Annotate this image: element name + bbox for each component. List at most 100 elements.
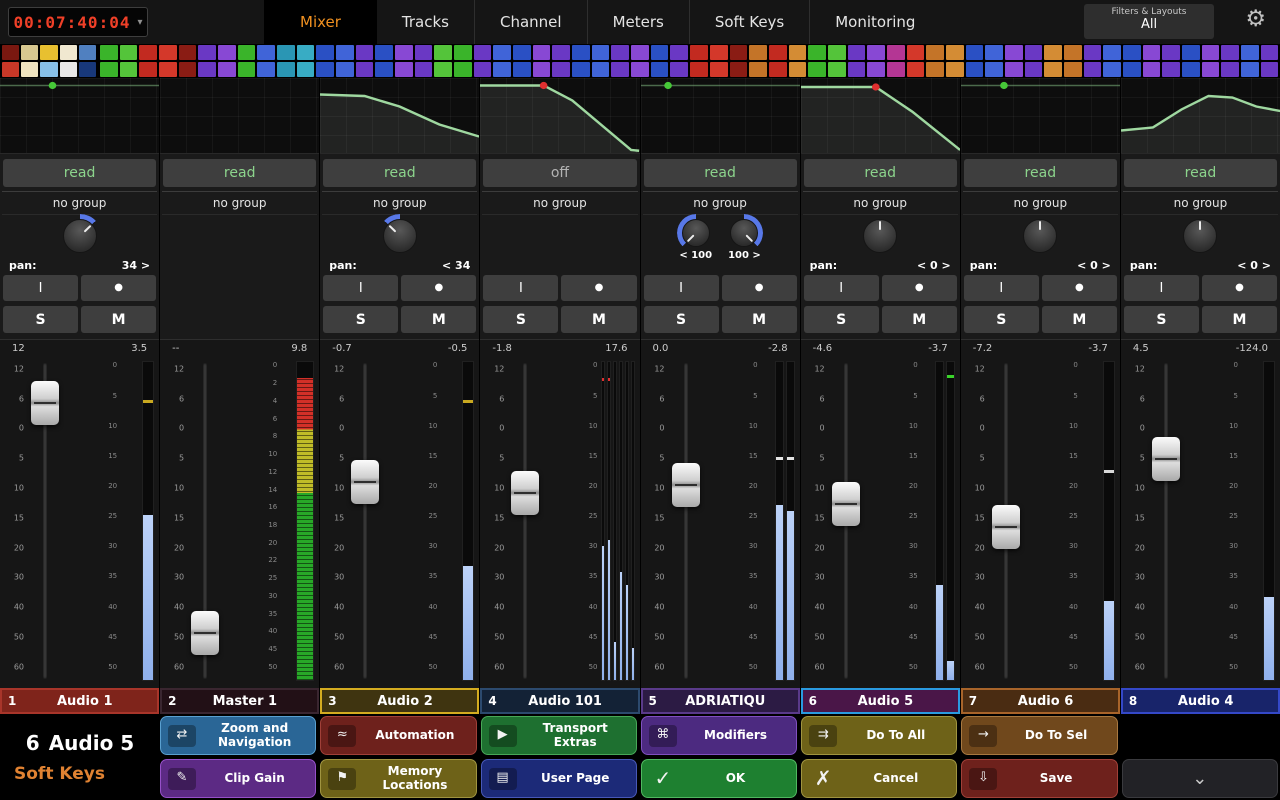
fader-cap[interactable] — [351, 460, 379, 504]
palette-swatch[interactable] — [2, 62, 19, 77]
record-arm-button[interactable]: ● — [1202, 275, 1277, 301]
track-color-column[interactable] — [257, 45, 275, 77]
track-color-column[interactable] — [316, 45, 334, 77]
mute-button[interactable]: M — [1202, 306, 1277, 333]
track-color-column[interactable] — [946, 45, 964, 77]
settings-gear-icon[interactable]: ⚙ — [1245, 8, 1266, 31]
mute-button[interactable]: M — [561, 306, 636, 333]
palette-swatch[interactable] — [79, 45, 96, 60]
track-color-column[interactable] — [966, 45, 984, 77]
track-color-column[interactable] — [749, 45, 767, 77]
track-color-column[interactable] — [611, 45, 629, 77]
automation-mode-button[interactable]: read — [644, 159, 797, 187]
record-arm-button[interactable]: ● — [882, 275, 957, 301]
automation-mode-button[interactable]: read — [3, 159, 156, 187]
fader-track[interactable] — [684, 363, 688, 679]
track-color-column[interactable] — [592, 45, 610, 77]
automation-graph[interactable] — [0, 78, 159, 154]
track-color-column[interactable] — [789, 45, 807, 77]
track-color-column[interactable] — [985, 45, 1003, 77]
channel-name-tab[interactable]: 1Audio 1 — [0, 688, 159, 714]
softkey-modifiers[interactable]: ⌘Modifiers — [641, 716, 797, 755]
softkey-automation[interactable]: ≈Automation — [320, 716, 476, 755]
pan-knob[interactable] — [1183, 219, 1217, 253]
tab-meters[interactable]: Meters — [587, 0, 689, 44]
softkey-ok[interactable]: ✓OK — [641, 759, 797, 798]
track-color-column[interactable] — [670, 45, 688, 77]
solo-button[interactable]: S — [964, 306, 1039, 333]
collapse-softkeys-button[interactable]: ⌄ — [1122, 759, 1278, 798]
fader-track[interactable] — [363, 363, 367, 679]
pan-knob[interactable] — [383, 219, 417, 253]
track-color-column[interactable] — [1025, 45, 1043, 77]
palette-swatch[interactable] — [40, 62, 57, 77]
track-color-column[interactable] — [336, 45, 354, 77]
pan-knob-left[interactable] — [682, 219, 710, 247]
mute-button[interactable]: M — [81, 306, 156, 333]
automation-graph[interactable] — [480, 78, 639, 154]
softkey-zoom-and-navigation[interactable]: ⇄Zoom and Navigation — [160, 716, 316, 755]
automation-mode-button[interactable]: off — [483, 159, 636, 187]
track-color-column[interactable] — [395, 45, 413, 77]
solo-button[interactable]: S — [3, 306, 78, 333]
record-arm-button[interactable]: ● — [1042, 275, 1117, 301]
track-color-column[interactable] — [631, 45, 649, 77]
automation-graph[interactable] — [320, 78, 479, 154]
automation-graph[interactable] — [1121, 78, 1280, 154]
track-color-column[interactable] — [572, 45, 590, 77]
fader-track[interactable] — [523, 363, 527, 679]
fader-cap[interactable] — [511, 471, 539, 515]
tab-tracks[interactable]: Tracks — [377, 0, 474, 44]
tab-soft-keys[interactable]: Soft Keys — [689, 0, 809, 44]
input-monitor-button[interactable]: I — [644, 275, 719, 301]
track-color-column[interactable] — [552, 45, 570, 77]
group-assignment[interactable]: no group — [1123, 191, 1278, 215]
channel-name-tab[interactable]: 5ADRIATIQU — [641, 688, 800, 714]
track-color-column[interactable] — [1143, 45, 1161, 77]
track-color-column[interactable] — [1261, 45, 1279, 77]
track-color-column[interactable] — [454, 45, 472, 77]
palette-swatch[interactable] — [60, 45, 77, 60]
track-color-column[interactable] — [474, 45, 492, 77]
track-color-column[interactable] — [100, 45, 118, 77]
track-color-column[interactable] — [415, 45, 433, 77]
palette-swatch[interactable] — [2, 45, 19, 60]
pan-knob[interactable] — [63, 219, 97, 253]
automation-mode-button[interactable]: read — [163, 159, 316, 187]
solo-button[interactable]: S — [804, 306, 879, 333]
palette-swatch[interactable] — [40, 45, 57, 60]
tab-monitoring[interactable]: Monitoring — [809, 0, 940, 44]
track-color-column[interactable] — [1241, 45, 1259, 77]
mute-button[interactable]: M — [401, 306, 476, 333]
track-color-column[interactable] — [651, 45, 669, 77]
palette-swatch[interactable] — [79, 62, 96, 77]
fader-cap[interactable] — [992, 505, 1020, 549]
softkey-transport-extras[interactable]: ▶Transport Extras — [481, 716, 637, 755]
channel-name-tab[interactable]: 8Audio 4 — [1121, 688, 1280, 714]
track-color-column[interactable] — [690, 45, 708, 77]
mute-button[interactable]: M — [722, 306, 797, 333]
track-color-column[interactable] — [179, 45, 197, 77]
track-color-column[interactable] — [926, 45, 944, 77]
track-color-column[interactable] — [159, 45, 177, 77]
track-color-column[interactable] — [1182, 45, 1200, 77]
track-color-column[interactable] — [356, 45, 374, 77]
track-color-column[interactable] — [1084, 45, 1102, 77]
channel-name-tab[interactable]: 3Audio 2 — [320, 688, 479, 714]
track-color-column[interactable] — [533, 45, 551, 77]
palette-swatch[interactable] — [21, 62, 38, 77]
track-color-column[interactable] — [375, 45, 393, 77]
timecode-display[interactable]: 00:07:40:04 ▾ — [8, 7, 148, 37]
input-monitor-button[interactable]: I — [323, 275, 398, 301]
softkey-cancel[interactable]: ✗Cancel — [801, 759, 957, 798]
track-color-column[interactable] — [848, 45, 866, 77]
input-monitor-button[interactable]: I — [3, 275, 78, 301]
group-assignment[interactable]: no group — [803, 191, 958, 215]
solo-button[interactable]: S — [323, 306, 398, 333]
automation-graph[interactable] — [801, 78, 960, 154]
channel-name-tab[interactable]: 7Audio 6 — [961, 688, 1120, 714]
track-color-column[interactable] — [1221, 45, 1239, 77]
tab-channel[interactable]: Channel — [474, 0, 587, 44]
fader-cap[interactable] — [832, 482, 860, 526]
track-color-column[interactable] — [238, 45, 256, 77]
